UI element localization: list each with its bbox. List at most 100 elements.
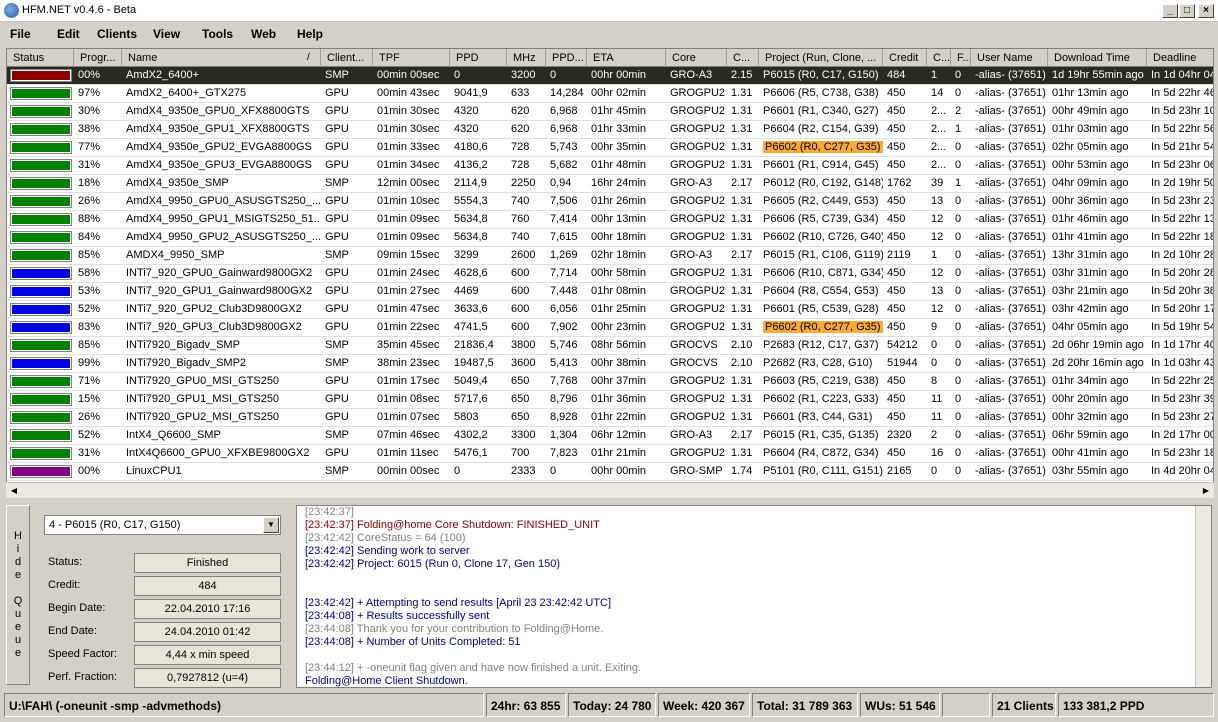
cell-mhz: 600 <box>511 303 530 315</box>
column-header-ppd-mhz[interactable]: PPD... <box>546 49 587 67</box>
table-row[interactable]: 71% INTi7920_GPU0_MSI_GTS250 GPU 01min 17se… <box>7 373 1213 391</box>
cell-download-time: 01hr 13min ago <box>1052 87 1129 99</box>
table-row[interactable]: 31% AmdX4_9350e_GPU3_EVGA8800GS GPU 01min 3… <box>7 157 1213 175</box>
minimize-button[interactable]: _ <box>1162 4 1178 18</box>
table-row[interactable]: 58% INTi7_920_GPU0_Gainward9800GX2 GPU 01mi… <box>7 265 1213 283</box>
table-row[interactable]: 31% IntX4Q6600_GPU0_XFXBE9800GX2 GPU 01min … <box>7 445 1213 463</box>
column-header-core-version[interactable]: C... <box>727 49 759 67</box>
cell-ppd-mhz: 6,056 <box>550 303 578 315</box>
status-indicator <box>10 105 72 118</box>
column-header-deadline[interactable]: Deadline <box>1147 49 1213 67</box>
table-row[interactable]: 52% IntX4_Q6600_SMP SMP 07min 46sec 4302,2 33… <box>7 427 1213 445</box>
cell-name: INTi7_920_GPU3_Club3D9800GX2 <box>126 321 302 333</box>
cell-core-version: 1.31 <box>731 159 753 171</box>
menu-view[interactable]: View <box>153 27 180 41</box>
cell-credit: 450 <box>887 447 906 459</box>
cell-project: P6602 (R0, C277, G35) <box>763 141 883 153</box>
menu-web[interactable]: Web <box>251 27 276 41</box>
table-row[interactable]: 84% AmdX4_9950_GPU2_ASUSGTS250_... GPU 01mi… <box>7 229 1213 247</box>
table-row[interactable]: 97% AmdX2_6400+_GTX275 GPU 00min 43sec 9041,… <box>7 85 1213 103</box>
table-row[interactable]: 99% INTi7920_Bigadv_SMP2 SMP 38min 23sec 194… <box>7 355 1214 373</box>
cell-download-time: 2d 20hr 16min ago <box>1052 357 1144 369</box>
column-header-eta[interactable]: ETA <box>587 49 666 67</box>
cell-ppd: 5717,6 <box>454 393 488 405</box>
table-row[interactable]: 88% AmdX4_9950_GPU1_MSIGTS250_51... GPU 01m… <box>7 211 1213 229</box>
menu-file[interactable]: File <box>10 27 31 41</box>
queue-field-label: End Date: <box>48 625 97 637</box>
cell-failed: 0 <box>955 411 962 423</box>
queue-select[interactable]: 4 - P6015 (R0, C17, G150) ▼ <box>44 515 281 535</box>
cell-download-time: 00hr 36min ago <box>1052 195 1129 207</box>
table-row[interactable]: 18% AmdX4_9350e_SMP SMP 12min 00sec 2114,9 22… <box>7 175 1213 193</box>
maximize-button[interactable]: □ <box>1179 4 1195 18</box>
column-header-failed[interactable]: F... <box>951 49 971 67</box>
column-header-progress[interactable]: Progr... <box>74 49 122 67</box>
cell-failed: 0 <box>955 69 962 81</box>
cell-progress: 30% <box>78 105 101 117</box>
cell-tpf: 01min 30sec <box>377 105 440 117</box>
table-row[interactable]: 00% AmdX2_6400+ SMP 00min 00sec 0 3200 0 00hr 0… <box>7 67 1213 85</box>
chevron-down-icon[interactable]: ▼ <box>263 517 279 533</box>
column-header-tpf[interactable]: TPF <box>373 49 450 67</box>
scroll-right-icon[interactable]: ▶ <box>1198 483 1214 499</box>
column-header-core[interactable]: Core <box>666 49 727 67</box>
table-row[interactable]: 26% AmdX4_9950_GPU0_ASUSGTS250_... GPU 01mi… <box>7 193 1213 211</box>
close-button[interactable]: × <box>1198 4 1214 18</box>
cell-ppd-mhz: 7,823 <box>550 447 578 459</box>
column-header-name[interactable]: Name <box>122 49 321 67</box>
table-row[interactable]: 53% INTi7_920_GPU1_Gainward9800GX2 GPU 01mi… <box>7 283 1213 301</box>
cell-core-version: 1.31 <box>731 141 753 153</box>
cell-failed: 0 <box>955 465 962 477</box>
clients-grid[interactable]: Status Progr... Name Client... TPF PPD MHz PPD.… <box>6 48 1214 498</box>
column-header-project[interactable]: Project (Run, Clone, ... <box>759 49 883 67</box>
cell-failed: 0 <box>955 267 962 279</box>
cell-project: P6602 (R10, C726, G40) <box>763 231 883 243</box>
table-row[interactable]: 26% INTi7920_GPU2_MSI_GTS250 GPU 01min 07se… <box>7 409 1213 427</box>
hide-queue-button[interactable]: HideQueue <box>6 505 30 685</box>
column-header-user-name[interactable]: User Name <box>971 49 1048 67</box>
cell-user-name: -alias- (37651) <box>975 429 1046 441</box>
log-vertical-scrollbar[interactable] <box>1195 506 1211 687</box>
table-row[interactable]: 38% AmdX4_9350e_GPU1_XFX8800GTS GPU 01min 3… <box>7 121 1213 139</box>
column-header-mhz[interactable]: MHz <box>507 49 546 67</box>
cell-user-name: -alias- (37651) <box>975 411 1046 423</box>
column-header-credit[interactable]: Credit <box>883 49 927 67</box>
cell-core: GROGPU2 <box>670 141 726 153</box>
cell-ppd-mhz: 7,902 <box>550 321 578 333</box>
cell-deadline: In 1d 03hr 43 <box>1151 357 1214 369</box>
table-row[interactable]: 15% INTi7920_GPU1_MSI_GTS250 GPU 01min 08se… <box>7 391 1213 409</box>
cell-client: GPU <box>325 375 349 387</box>
cell-mhz: 2333 <box>511 465 536 477</box>
horizontal-scrollbar[interactable]: ◀ ▶ <box>6 482 1214 498</box>
log-viewer[interactable]: [23:42:37] [23:42:37] Folding@home Core S… <box>296 505 1212 688</box>
cell-failed: 0 <box>955 357 962 369</box>
cell-completed: 12 <box>931 213 944 225</box>
cell-project: P6606 (R5, C738, G38) <box>763 87 879 99</box>
scroll-left-icon[interactable]: ◀ <box>6 483 22 499</box>
column-header-ppd[interactable]: PPD <box>450 49 507 67</box>
menu-help[interactable]: Help <box>297 27 323 41</box>
table-row[interactable]: 00% LinuxCPU1 SMP 00min 00sec 0 2333 0 00hr 00m… <box>7 463 1213 481</box>
cell-project: P6012 (R0, C192, G148) <box>763 177 883 189</box>
cell-user-name: -alias- (37651) <box>975 375 1046 387</box>
column-header-completed[interactable]: C... <box>927 49 951 67</box>
cell-ppd-mhz: 0 <box>550 465 557 477</box>
menu-edit[interactable]: Edit <box>57 27 80 41</box>
status-indicator <box>10 69 72 82</box>
table-row[interactable]: 85% AMDX4_9950_SMP SMP 09min 15sec 3299 2600 1… <box>7 247 1213 265</box>
menu-clients[interactable]: Clients <box>97 27 137 41</box>
cell-tpf: 00min 43sec <box>377 87 440 99</box>
table-row[interactable]: 77% AmdX4_9350e_GPU2_EVGA8800GS GPU 01min 3… <box>7 139 1213 157</box>
column-header-download-time[interactable]: Download Time <box>1048 49 1147 67</box>
menu-tools[interactable]: Tools <box>202 27 233 41</box>
table-row[interactable]: 30% AmdX4_9350e_GPU0_XFX8800GTS GPU 01min 3… <box>7 103 1213 121</box>
table-row[interactable]: 83% INTi7_920_GPU3_Club3D9800GX2 GPU 01min … <box>7 319 1213 337</box>
cell-progress: 99% <box>78 357 101 369</box>
table-row[interactable]: 85% INTi7920_Bigadv_SMP SMP 35min 45sec 2183… <box>7 337 1213 355</box>
column-header-client[interactable]: Client... <box>321 49 373 67</box>
table-row[interactable]: 52% INTi7_920_GPU2_Club3D9800GX2 GPU 01min … <box>7 301 1213 319</box>
cell-completed: 2 <box>931 429 938 441</box>
column-header-status[interactable]: Status <box>7 49 74 67</box>
cell-name: INTi7920_GPU1_MSI_GTS250 <box>126 393 280 405</box>
cell-failed: 0 <box>955 375 962 387</box>
